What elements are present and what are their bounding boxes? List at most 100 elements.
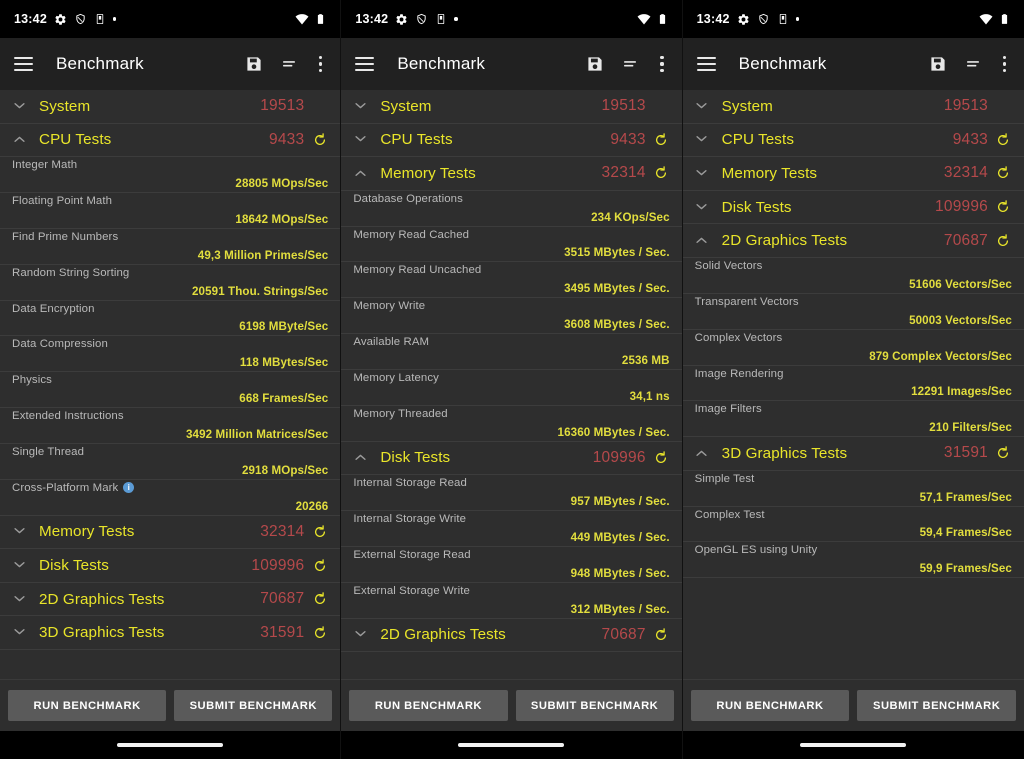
result-value: 668 Frames/Sec — [239, 392, 329, 406]
shield-off-icon — [74, 13, 87, 26]
result-row: Memory Write 3608 MBytes / Sec. — [341, 298, 682, 335]
refresh-icon[interactable] — [653, 451, 670, 465]
refresh-icon[interactable] — [653, 166, 670, 180]
hamburger-icon[interactable] — [355, 57, 375, 71]
status-bar-right — [295, 12, 326, 26]
save-icon[interactable] — [245, 55, 263, 73]
group-score: 19513 — [260, 97, 305, 115]
group-label: Disk Tests — [380, 449, 451, 467]
group-header-system[interactable]: System 19513 — [341, 90, 682, 124]
app-bar: Benchmark — [0, 38, 341, 90]
group-header-memory-tests[interactable]: Memory Tests 32314 — [0, 516, 341, 550]
refresh-icon[interactable] — [995, 446, 1012, 460]
group-label: CPU Tests — [380, 131, 453, 149]
group-header-memory-tests[interactable]: Memory Tests 32314 — [682, 157, 1024, 191]
group-header-memory-tests[interactable]: Memory Tests 32314 — [341, 157, 682, 191]
refresh-icon[interactable] — [311, 625, 328, 640]
group-header-2d-graphics-tests[interactable]: 2D Graphics Tests 70687 — [0, 583, 341, 617]
phone-screen-2: 13:42 Benchmark System 19513 CPU Tests 9433 Me… — [341, 0, 683, 759]
group-score: 70687 — [260, 590, 305, 608]
overflow-icon[interactable] — [656, 56, 667, 72]
battery-icon — [315, 12, 326, 26]
chevron-down-icon — [351, 134, 369, 145]
hamburger-icon[interactable] — [696, 57, 716, 71]
group-header-2d-graphics-tests[interactable]: 2D Graphics Tests 70687 — [682, 224, 1024, 258]
save-icon[interactable] — [929, 55, 947, 73]
refresh-icon[interactable] — [653, 628, 670, 642]
info-icon[interactable]: i — [123, 482, 135, 494]
overflow-icon[interactable] — [999, 56, 1010, 72]
gear-icon — [54, 13, 67, 26]
group-header-cpu-tests[interactable]: CPU Tests 9433 — [682, 124, 1024, 158]
result-value: 6198 MByte/Sec — [239, 320, 329, 334]
result-value: 49,3 Million Primes/Sec — [197, 248, 329, 262]
result-row: Internal Storage Write 449 MBytes / Sec. — [341, 511, 682, 547]
overflow-icon[interactable] — [315, 56, 326, 72]
group-header-3d-graphics-tests[interactable]: 3D Graphics Tests 31591 — [0, 616, 341, 650]
result-value: 449 MBytes / Sec. — [570, 530, 670, 544]
refresh-icon[interactable] — [995, 166, 1012, 180]
refresh-icon[interactable] — [995, 200, 1012, 214]
result-row: Transparent Vectors 50003 Vectors/Sec — [682, 294, 1024, 330]
page-title: Benchmark — [56, 54, 144, 73]
submit-benchmark-button[interactable]: SUBMIT BENCHMARK — [515, 690, 674, 721]
refresh-icon[interactable] — [311, 525, 328, 539]
run-benchmark-button[interactable]: RUN BENCHMARK — [8, 690, 167, 721]
group-header-disk-tests[interactable]: Disk Tests 109996 — [341, 442, 682, 476]
result-label: Memory Latency — [353, 372, 439, 384]
result-value: 948 MBytes / Sec. — [570, 566, 670, 580]
result-row: Available RAM 2536 MB — [341, 334, 682, 370]
refresh-icon[interactable] — [995, 133, 1012, 147]
refresh-icon[interactable] — [653, 133, 670, 147]
status-bar: 13:42 — [341, 0, 682, 38]
dot-icon — [112, 17, 117, 21]
submit-benchmark-button[interactable]: SUBMIT BENCHMARK — [174, 690, 333, 721]
group-header-cpu-tests[interactable]: CPU Tests 9433 — [0, 124, 341, 158]
group-score: 70687 — [943, 231, 988, 249]
refresh-icon[interactable] — [311, 558, 328, 573]
refresh-icon[interactable] — [995, 233, 1012, 248]
run-benchmark-button[interactable]: RUN BENCHMARK — [690, 690, 850, 721]
result-row: Memory Latency 34,1 ns — [341, 370, 682, 406]
submit-benchmark-button[interactable]: SUBMIT BENCHMARK — [857, 690, 1016, 721]
run-benchmark-button[interactable]: RUN BENCHMARK — [349, 690, 508, 721]
result-value: 2918 MOps/Sec — [241, 463, 329, 477]
dot-icon — [454, 17, 458, 21]
group-header-disk-tests[interactable]: Disk Tests 109996 — [682, 191, 1024, 225]
group-header-system[interactable]: System 19513 — [0, 90, 341, 124]
home-gesture-pill[interactable] — [800, 743, 907, 747]
sort-icon[interactable] — [280, 55, 298, 73]
group-score: 109996 — [592, 448, 646, 466]
device-icon — [777, 13, 789, 25]
group-score: 19513 — [601, 97, 646, 115]
result-row: Memory Read Cached 3515 MBytes / Sec. — [341, 227, 682, 263]
group-label: CPU Tests — [721, 131, 795, 149]
group-header-2d-graphics-tests[interactable]: 2D Graphics Tests 70687 — [341, 619, 682, 653]
result-label: Physics — [12, 374, 52, 387]
result-value: 57,1 Frames/Sec — [919, 490, 1012, 504]
hamburger-icon[interactable] — [14, 57, 33, 71]
group-header-disk-tests[interactable]: Disk Tests 109996 — [0, 549, 341, 583]
result-value: 118 MBytes/Sec — [239, 356, 329, 370]
result-value: 210 Filters/Sec — [929, 421, 1012, 435]
result-label: External Storage Read — [353, 548, 471, 561]
result-row: OpenGL ES using Unity 59,9 Frames/Sec — [682, 542, 1024, 579]
sort-icon[interactable] — [621, 55, 639, 73]
result-row: Physics 668 Frames/Sec — [0, 372, 341, 409]
save-icon[interactable] — [586, 55, 604, 73]
status-bar: 13:42 — [0, 0, 341, 38]
sort-icon[interactable] — [964, 55, 982, 73]
refresh-icon[interactable] — [311, 133, 328, 147]
home-gesture-pill[interactable] — [117, 743, 224, 747]
chevron-up-icon — [351, 451, 369, 462]
shield-off-icon — [757, 13, 770, 26]
home-gesture-pill[interactable] — [458, 743, 565, 747]
result-label: Image Filters — [694, 403, 762, 416]
group-score: 32314 — [260, 522, 305, 540]
group-header-system[interactable]: System 19513 — [682, 90, 1024, 124]
group-header-3d-graphics-tests[interactable]: 3D Graphics Tests 31591 — [682, 437, 1024, 471]
group-header-cpu-tests[interactable]: CPU Tests 9433 — [341, 124, 682, 158]
refresh-icon[interactable] — [311, 592, 328, 606]
system-navigation-bar — [341, 731, 682, 759]
group-label: Disk Tests — [721, 198, 792, 216]
